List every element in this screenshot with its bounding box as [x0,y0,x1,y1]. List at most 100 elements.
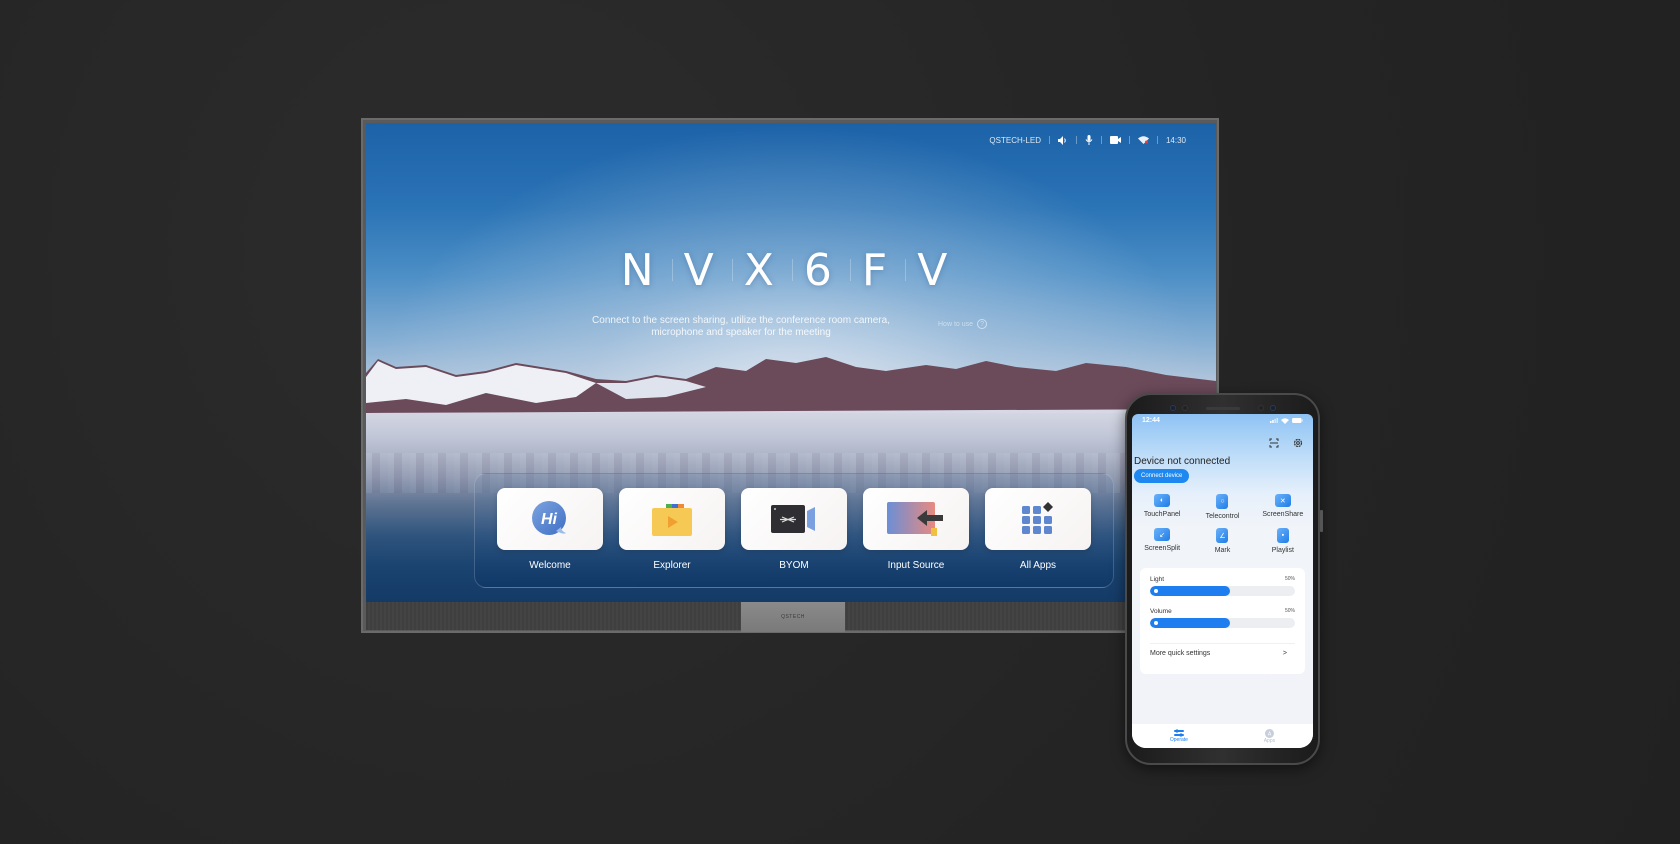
connection-status-title: Device not connected [1134,456,1231,467]
svg-text:Hi: Hi [541,511,558,528]
tool-label: TouchPanel [1143,511,1181,518]
app-input-source[interactable]: Input Source [863,488,969,587]
hi-chat-icon: Hi [497,488,603,550]
tool-label: Playlist [1271,547,1294,554]
tab-operate[interactable]: Operate [1170,729,1188,743]
microphone-icon[interactable] [1077,135,1101,145]
wifi-icon[interactable] [1130,136,1157,144]
room-code-char: 6 [791,245,854,296]
app-grid-icon [985,488,1091,550]
battery-icon [1292,418,1303,423]
room-code: NVX6FV [366,245,1216,296]
slider-label: Volume [1150,608,1172,615]
tool-mark[interactable]: ∠ Mark [1192,528,1252,554]
app-label: Explorer [653,560,691,571]
screen-split-icon: ↙ [1154,528,1171,541]
tool-telecontrol[interactable]: ○ Telecontrol [1192,494,1252,520]
room-code-char: V [671,245,736,296]
slider-fill [1150,618,1230,628]
app-welcome[interactable]: Hi Welcome [497,488,603,587]
wifi-icon [1281,417,1289,424]
telecontrol-icon: ○ [1216,494,1229,509]
app-label: BYOM [779,560,809,571]
room-code-char: F [849,245,909,296]
sliders-icon [1173,729,1184,737]
tab-label: Apps [1263,737,1276,744]
app-label: Welcome [529,560,571,571]
sensor-icon [1181,405,1188,411]
connect-device-button[interactable]: Connect device [1134,469,1190,483]
slider-fill [1150,586,1230,596]
camera-icon[interactable] [1102,136,1129,144]
phone-app-screen: 12:44 Device not connected Connect devic… [1132,414,1313,748]
app-label: Input Source [887,560,945,571]
tv-clock: 14:30 [1165,135,1186,145]
light-slider-row: Light 50% [1150,576,1295,596]
phone-front-sensors [1127,401,1318,415]
phone-status-bar: 12:44 [1142,417,1303,424]
apps-icon: A [1264,728,1274,738]
tv-home-screen: QSTECH-LED 14:30 NVX6FV Connect to the s… [366,123,1216,602]
speaker-icon[interactable] [1050,135,1076,145]
playlist-icon: ▪ [1276,528,1289,543]
help-icon: ? [977,319,988,329]
app-byom[interactable]: BYOM [741,488,847,587]
input-source-icon [863,488,969,550]
tv-status-bar: QSTECH-LED 14:30 [981,135,1194,145]
volume-icon [1154,621,1158,625]
camera-icon [1169,405,1176,411]
volume-slider[interactable] [1150,618,1295,628]
tab-label: Operate [1169,737,1188,743]
volume-slider-row: Volume 50% [1150,608,1295,628]
room-code-char: X [731,245,796,296]
app-explorer[interactable]: Explorer [619,488,725,587]
device-name: QSTECH-LED [989,135,1041,145]
tab-apps[interactable]: A Apps [1263,728,1276,744]
tv-brand-logo: QSTECH [741,602,845,632]
description-line: microphone and speaker for the meeting [651,327,831,338]
gear-icon[interactable] [1293,438,1303,448]
phone-side-button [1320,510,1323,532]
tool-label: ScreenShare [1262,511,1304,518]
divider [1150,643,1295,644]
screen-share-icon: ✕ [1274,494,1291,507]
camera-icon [1269,405,1276,411]
light-slider[interactable] [1150,586,1295,596]
slider-value: 50% [1284,608,1295,614]
tool-touchpanel[interactable]: ◐ TouchPanel [1132,494,1192,520]
slider-value: 50% [1284,576,1295,582]
tv-display: QSTECH-LED 14:30 NVX6FV Connect to the s… [361,118,1219,633]
tool-label: Telecontrol [1205,513,1240,520]
more-settings-label: More quick settings [1150,650,1211,657]
byom-camera-icon [741,488,847,550]
phone-clock: 12:44 [1142,417,1160,424]
app-label: All Apps [1019,560,1057,571]
tool-label: ScreenSplit [1144,545,1181,552]
light-icon [1154,589,1158,593]
phone-device: 12:44 Device not connected Connect devic… [1125,393,1323,765]
mark-icon: ∠ [1216,528,1229,543]
app-dock: Hi Welcome Explorer BYOM Input Source Al… [474,473,1114,588]
chevron-right-icon: > [1282,650,1287,657]
tool-screensplit[interactable]: ↙ ScreenSplit [1132,528,1192,554]
tool-playlist[interactable]: ▪ Playlist [1253,528,1313,554]
room-code-char: N [620,245,668,296]
scan-icon[interactable] [1269,438,1279,448]
how-to-use-link[interactable]: How to use ? [938,319,988,329]
touch-panel-icon: ◐ [1154,494,1171,507]
more-quick-settings-link[interactable]: More quick settings > [1150,650,1287,657]
earpiece [1205,406,1240,410]
tool-screenshare[interactable]: ✕ ScreenShare [1253,494,1313,520]
sensor-icon [1257,405,1264,411]
bottom-tab-bar: Operate A Apps [1132,724,1313,748]
how-to-use-label: How to use [938,320,974,328]
app-all-apps[interactable]: All Apps [985,488,1091,587]
slider-label: Light [1150,576,1165,583]
signal-icon [1270,418,1278,423]
tool-label: Mark [1214,547,1231,554]
room-code-char: V [905,245,969,296]
description-line: Connect to the screen sharing, utilize t… [592,315,890,326]
tool-grid: ◐ TouchPanel ○ Telecontrol ✕ ScreenShare… [1132,494,1313,554]
quick-settings-card: Light 50% Volume 50% More quick settings [1140,568,1305,674]
room-code-description: Connect to the screen sharing, utilize t… [586,315,896,339]
